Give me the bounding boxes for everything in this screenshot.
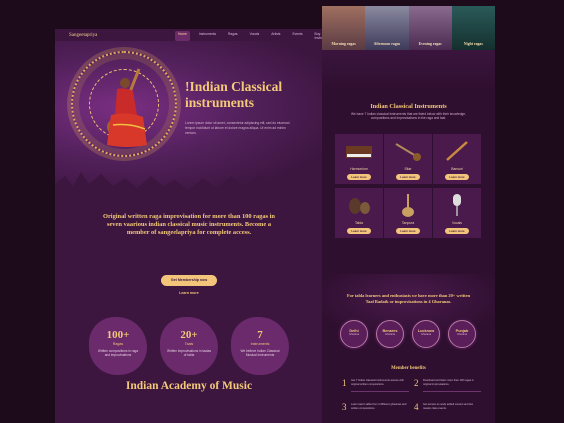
nav-events[interactable]: Events [289, 31, 305, 41]
top-nav: Sangeetapriya Home Instruments Ragas Voc… [55, 29, 323, 41]
benefit-number: 2 [414, 378, 419, 388]
tabla-icon [349, 198, 370, 214]
instrument-name: Tabla [354, 221, 364, 225]
benefit-text: Get access to newly added content and li… [423, 403, 474, 410]
instrument-card-tanpura: Tanpura Learn more [384, 188, 432, 238]
benefit-number: 3 [342, 402, 347, 412]
benefit-item: 1 Get 7 Indian classical instruments acc… [342, 378, 412, 392]
raga-tile-evening[interactable]: Evening ragas [408, 6, 452, 50]
stat-label: Taals [184, 342, 194, 346]
stat-label: Ragas [112, 342, 124, 346]
brand-logo[interactable]: Sangeetapriya [69, 33, 97, 38]
gharana-sub: Gharana [348, 333, 360, 336]
sitar-player-illustration [107, 68, 147, 147]
benefit-text: Get 7 Indian classical instruments acces… [351, 379, 404, 386]
instrument-learn-button[interactable]: Learn more [396, 174, 420, 180]
academy-title: Indian Academy of Music [125, 380, 253, 392]
divider [423, 391, 481, 392]
instrument-learn-button[interactable]: Learn more [445, 228, 469, 234]
gharana-sub: Gharana [456, 333, 468, 336]
gharana-lucknow[interactable]: Lucknow Gharana [412, 320, 440, 348]
raga-label: Morning ragas [331, 42, 356, 46]
instrument-card-tabla: Tabla Learn more [335, 188, 383, 238]
nav-ragas[interactable]: Ragas [225, 31, 241, 41]
benefit-item: 3 Learn taal in tabla from 4 different g… [342, 402, 412, 416]
instrument-card-sitar: Sitar Learn more [384, 134, 432, 184]
instrument-card-harmonium: Harmonium Learn more [335, 134, 383, 184]
benefit-item: 2 Download and listen more than 100 raga… [414, 378, 484, 392]
instrument-name: Tanpura [401, 221, 415, 225]
gharana-benares[interactable]: Benares Gharana [376, 320, 404, 348]
tanpura-icon [402, 194, 414, 217]
gharana-intro-text: For tabla learners and enthusiasts we ha… [346, 293, 471, 304]
instrument-card-vocals: Vocals Learn more [433, 188, 481, 238]
stat-number: 20+ [180, 329, 198, 341]
benefit-text: Download and listen more than 100 ragas … [423, 379, 474, 386]
grass-silhouette [55, 172, 323, 206]
benefit-number: 1 [342, 378, 347, 388]
stat-description: Written improvisations in taalas of tabl… [166, 349, 212, 358]
nav-vocals[interactable]: Vocals [247, 31, 263, 41]
gharana-sub: Gharana [384, 333, 396, 336]
instruments-section-title: Indian Classical Instruments [370, 103, 447, 110]
instrument-name: Bansuri [451, 167, 463, 171]
hero-description: Lorem ipsum dolor sit amet, consectetur … [185, 121, 290, 135]
instrument-card-bansuri: Bansuri Learn more [433, 134, 481, 184]
instruments-section-subtitle: We have 7 Indian classical instruments t… [351, 112, 466, 121]
hero-title: !Indian Classical instruments [185, 79, 283, 110]
benefit-number: 4 [414, 402, 419, 412]
get-membership-button[interactable]: Get Membership now [161, 275, 217, 286]
stat-ragas: 100+ Ragas Written compositions in raga … [89, 317, 147, 375]
instrument-name: Vocals [452, 221, 462, 225]
raga-tile-afternoon[interactable]: Afternoon ragas [365, 6, 409, 50]
gharana-punjab[interactable]: Punjab Gharana [448, 320, 476, 348]
stat-number: 100+ [106, 329, 130, 341]
landing-page: Sangeetapriya Home Instruments Ragas Voc… [55, 29, 323, 423]
benefit-text: Learn taal in tabla from 4 different gha… [351, 403, 407, 410]
bansuri-icon [446, 141, 468, 161]
harmonium-icon [346, 146, 372, 158]
instrument-learn-button[interactable]: Learn more [347, 174, 371, 180]
raga-tile-morning[interactable]: Morning ragas [322, 6, 366, 50]
landing-page-continued: Morning ragas Afternoon ragas Evening ra… [322, 6, 495, 423]
raga-label: Night ragas [463, 42, 483, 46]
raga-time-strip: Morning ragas Afternoon ragas Evening ra… [322, 6, 495, 50]
microphone-icon [453, 194, 461, 216]
stat-description: Written compositions in raga and improvi… [97, 349, 139, 358]
instrument-name: Sitar [404, 167, 412, 171]
hero-section: !Indian Classical instruments Lorem ipsu… [55, 41, 323, 206]
instrument-learn-button[interactable]: Learn more [347, 228, 371, 234]
instrument-name: Harmonium [350, 167, 368, 171]
stat-instruments: 7 Instruments We believe Indian Classica… [231, 317, 289, 375]
stat-label: Instruments [250, 342, 270, 346]
sitar-icon [395, 143, 421, 161]
nav-links: Home Instruments Ragas Vocals Artists Ev… [175, 31, 323, 41]
divider [351, 391, 409, 392]
nav-instruments[interactable]: Instruments [196, 31, 219, 41]
instrument-learn-button[interactable]: Learn more [396, 228, 420, 234]
raga-tile-night[interactable]: Night ragas [451, 6, 495, 50]
nav-artists[interactable]: Artists [268, 31, 283, 41]
stat-description: We believe Indian Classical Musical Inst… [240, 349, 280, 358]
member-benefits-title: Member benefits [391, 366, 426, 371]
decorative-band [322, 50, 495, 90]
nav-home[interactable]: Home [175, 31, 190, 41]
gharana-sub: Gharana [420, 333, 432, 336]
raga-label: Evening ragas [418, 42, 442, 46]
membership-pitch: Original written raga improvisation for … [102, 213, 275, 236]
benefit-item: 4 Get access to newly added content and … [414, 402, 484, 416]
stat-taals: 20+ Taals Written improvisations in taal… [160, 317, 218, 375]
stat-number: 7 [257, 329, 263, 341]
raga-label: Afternoon ragas [373, 42, 401, 46]
instrument-learn-button[interactable]: Learn more [445, 174, 469, 180]
learn-more-link[interactable]: Learn more [173, 291, 205, 295]
gharana-delhi[interactable]: Delhi Gharana [340, 320, 368, 348]
